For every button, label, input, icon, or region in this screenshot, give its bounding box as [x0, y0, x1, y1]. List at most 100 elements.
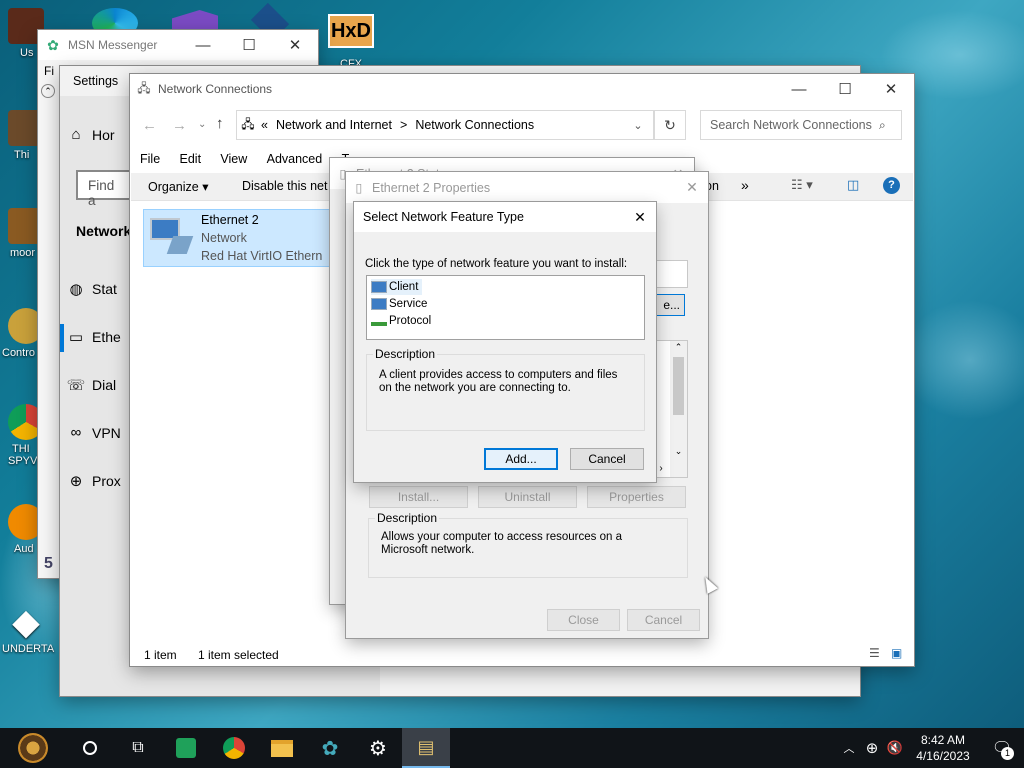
- uninstall-button[interactable]: Uninstall: [478, 486, 577, 508]
- minimize-button[interactable]: —: [180, 30, 226, 60]
- details-view-icon[interactable]: ☰: [869, 646, 880, 660]
- forward-icon[interactable]: →: [172, 117, 187, 134]
- taskbar-app-network-connections[interactable]: ▤: [402, 728, 450, 768]
- task-view-button[interactable]: ⧉: [114, 728, 162, 768]
- list-item-client[interactable]: Client: [371, 279, 423, 295]
- address-bar[interactable]: 🖧 « Network and Internet > Network Conne…: [236, 110, 654, 140]
- notification-center-button[interactable]: 🗨 1: [980, 738, 1024, 760]
- sidebar-item-proxy[interactable]: ⊕ Prox: [60, 472, 132, 490]
- search-input[interactable]: Search Network Connections ⌕: [700, 110, 902, 140]
- folder-icon: [271, 739, 293, 757]
- dialog-title: Ethernet 2 Properties: [372, 180, 491, 195]
- chevron-down-icon[interactable]: ⌄: [198, 119, 206, 130]
- cancel-button[interactable]: Cancel: [570, 448, 644, 470]
- hxd-icon[interactable]: HxD: [328, 14, 374, 48]
- preview-pane-icon[interactable]: ◫: [847, 177, 859, 193]
- properties-button[interactable]: Properties: [587, 486, 686, 508]
- close-icon[interactable]: ✕: [624, 209, 656, 226]
- select-network-feature-dialog[interactable]: Select Network Feature Type ✕ Click the …: [354, 202, 656, 482]
- service-icon: [371, 298, 387, 310]
- refresh-icon[interactable]: ↻: [654, 110, 686, 140]
- start-button[interactable]: [0, 728, 66, 768]
- settings-home[interactable]: ⌂ Hor: [60, 126, 132, 143]
- ethernet-icon: ▭: [68, 329, 84, 346]
- chevron-right-icon[interactable]: ›: [654, 463, 668, 477]
- globe-icon: ⊕: [69, 473, 83, 490]
- globe-icon: ◍: [69, 281, 83, 298]
- task-view-icon: ⧉: [132, 739, 144, 756]
- menu-edit[interactable]: Edit: [180, 152, 202, 166]
- taskbar-app-settings[interactable]: ⚙: [354, 728, 402, 768]
- breadcrumb-network-connections[interactable]: Network Connections: [415, 118, 623, 132]
- organize-button[interactable]: Organize ▾: [148, 179, 208, 194]
- dialog-title: Select Network Feature Type: [363, 210, 524, 224]
- network-adapter-icon: ▯: [355, 181, 363, 195]
- chevron-up-icon[interactable]: ︿: [838, 740, 860, 756]
- breadcrumb-overflow[interactable]: «: [261, 118, 268, 132]
- up-icon[interactable]: ↑: [216, 115, 224, 132]
- chevron-down-icon[interactable]: ⌄: [623, 119, 653, 132]
- volume-muted-icon[interactable]: 🔇: [884, 740, 906, 756]
- close-button[interactable]: ✕: [868, 74, 914, 104]
- sidebar-item-status[interactable]: ◍ Stat: [60, 280, 132, 298]
- taskbar-app-sheets[interactable]: [162, 728, 210, 768]
- notification-badge: 1: [1001, 747, 1014, 760]
- scrollbar[interactable]: ⌃ ⌄: [670, 341, 687, 477]
- toolbar-overflow-button[interactable]: »: [741, 177, 749, 193]
- taskbar-app-msn[interactable]: ✿: [306, 728, 354, 768]
- sidebar-item-dialup[interactable]: ☏ Dial: [60, 376, 132, 394]
- breadcrumb-network-internet[interactable]: Network and Internet: [276, 118, 392, 132]
- client-icon: [371, 281, 387, 293]
- selection-count: 1 item selected: [198, 648, 279, 662]
- chevron-up-icon[interactable]: ⌃: [41, 84, 55, 98]
- sheets-icon: [176, 738, 196, 758]
- wallpaper-wave: [900, 300, 1024, 420]
- home-icon: ⌂: [71, 126, 81, 143]
- cancel-button[interactable]: Cancel: [627, 609, 700, 631]
- settings-search-input[interactable]: Find a: [76, 170, 136, 208]
- connection-item-ethernet2[interactable]: Ethernet 2 Network Red Hat VirtIO Ethern: [143, 209, 339, 267]
- taskbar-app-chrome[interactable]: [210, 728, 258, 768]
- help-icon[interactable]: ?: [883, 177, 900, 194]
- minimize-button[interactable]: —: [776, 74, 822, 104]
- vpn-icon: ∞: [70, 424, 82, 441]
- description-text: Allows your computer to access resources…: [381, 531, 622, 556]
- back-icon[interactable]: ←: [142, 117, 157, 134]
- description-group: Description A client provides access to …: [366, 347, 645, 431]
- maximize-button[interactable]: ☐: [822, 74, 868, 104]
- feature-type-list[interactable]: Client Service Protocol: [366, 275, 645, 340]
- sidebar-item-ethernet[interactable]: ▭ Ethe: [60, 328, 132, 346]
- desktop-icon-undertale[interactable]: ◆ UNDERTA: [0, 604, 56, 656]
- list-item-service[interactable]: Service: [371, 296, 427, 312]
- close-button[interactable]: ✕: [272, 30, 318, 60]
- taskbar-app-explorer[interactable]: [258, 728, 306, 768]
- breadcrumb-separator[interactable]: >: [400, 118, 407, 132]
- description-text: A client provides access to computers an…: [379, 369, 618, 394]
- msn-icon: ✿: [47, 36, 59, 53]
- description-group: Description Allows your computer to acce…: [368, 511, 688, 578]
- chrome-icon: [223, 737, 245, 759]
- tiles-view-icon[interactable]: ▣: [891, 646, 902, 660]
- network-folder-icon: 🖧: [137, 80, 151, 95]
- cortana-button[interactable]: [66, 728, 114, 768]
- protocol-icon: [371, 316, 387, 326]
- menu-file[interactable]: File: [140, 152, 160, 166]
- search-circle-icon: [83, 741, 97, 755]
- menu-advanced[interactable]: Advanced: [267, 152, 323, 166]
- disable-device-button[interactable]: Disable this net: [242, 179, 327, 193]
- maximize-button[interactable]: ☐: [226, 30, 272, 60]
- close-button[interactable]: Close: [547, 609, 620, 631]
- menu-file[interactable]: Fi: [44, 64, 54, 78]
- list-item-protocol[interactable]: Protocol: [371, 313, 431, 329]
- close-icon[interactable]: ✕: [676, 179, 708, 196]
- menu-view[interactable]: View: [220, 152, 247, 166]
- scrollbar-thumb: [673, 357, 684, 415]
- prompt-text: Click the type of network feature you wa…: [365, 258, 628, 270]
- network-globe-icon[interactable]: ⊕: [860, 739, 884, 757]
- clock[interactable]: 8:42 AM 4/16/2023: [906, 732, 980, 764]
- install-button[interactable]: Install...: [369, 486, 468, 508]
- add-button[interactable]: Add...: [484, 448, 558, 470]
- view-options-icon[interactable]: ☷ ▾: [791, 177, 813, 193]
- network-adapter-icon: [148, 216, 194, 260]
- sidebar-item-vpn[interactable]: ∞ VPN: [60, 424, 132, 441]
